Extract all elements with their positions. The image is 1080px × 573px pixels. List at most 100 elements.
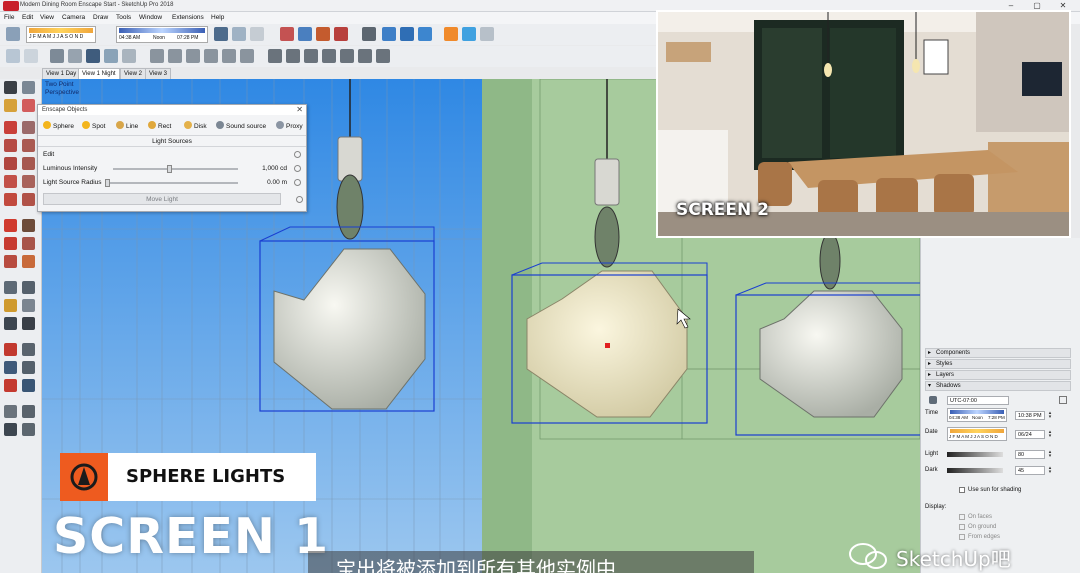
date-field[interactable]: 06/24	[1015, 430, 1045, 439]
tray-layers[interactable]: Layers	[925, 370, 1071, 380]
move-light-button[interactable]: Move Light	[43, 193, 281, 205]
dimension-icon[interactable]	[22, 281, 35, 294]
help-icon[interactable]	[294, 151, 301, 158]
monochrome-icon[interactable]	[122, 49, 136, 63]
time-slider[interactable]: 04:38 AM Noon 7:28 PM	[947, 408, 1007, 422]
menu-extensions[interactable]: Extensions	[172, 14, 204, 21]
section-plane-icon[interactable]	[22, 423, 35, 436]
menu-tools[interactable]: Tools	[116, 14, 131, 21]
orbit-icon[interactable]	[268, 49, 282, 63]
front-view-icon[interactable]	[186, 49, 200, 63]
details-toggle-icon[interactable]	[1059, 396, 1067, 404]
menu-edit[interactable]: Edit	[22, 14, 33, 21]
pencil-icon[interactable]	[4, 121, 17, 134]
date-spinner[interactable]: ▴ ▾	[1047, 430, 1053, 439]
pan-tool-icon[interactable]	[22, 343, 35, 356]
3d-text-icon[interactable]	[22, 317, 35, 330]
menu-file[interactable]: File	[4, 14, 14, 21]
menu-camera[interactable]: Camera	[62, 14, 85, 21]
previous-tool-icon[interactable]	[22, 379, 35, 392]
time-field[interactable]: 10:38 PM	[1015, 411, 1045, 420]
light-source-radius-value[interactable]: 0.00 m	[267, 177, 287, 188]
dialog-close-button[interactable]: ✕	[296, 105, 303, 115]
paint-bucket-icon[interactable]	[4, 99, 17, 112]
back-edges-icon[interactable]	[24, 49, 38, 63]
menu-help[interactable]: Help	[211, 14, 224, 21]
rect-light-button[interactable]: Rect	[148, 121, 171, 130]
date-slider[interactable]: J F M A M J J A S O N D	[947, 427, 1007, 441]
three-point-arc-icon[interactable]	[22, 193, 35, 206]
warehouse-icon[interactable]	[280, 27, 294, 41]
rotate-icon[interactable]	[4, 237, 17, 250]
tray-shadows[interactable]: Shadows	[925, 381, 1071, 391]
rotated-rectangle-icon[interactable]	[22, 139, 35, 152]
sound-source-button[interactable]: Sound source	[216, 121, 266, 130]
tab-view-1-day[interactable]: View 1 Day	[42, 68, 81, 79]
shadow-settings-icon[interactable]	[929, 396, 937, 404]
zoom-tool-icon[interactable]	[4, 361, 17, 374]
extension-warehouse-icon[interactable]	[298, 27, 312, 41]
luminous-intensity-slider[interactable]	[113, 165, 238, 173]
light-slider[interactable]	[947, 452, 1003, 457]
light-field[interactable]: 80	[1015, 450, 1045, 459]
top-view-icon[interactable]	[168, 49, 182, 63]
eraser-icon[interactable]	[22, 99, 35, 112]
circle-icon[interactable]	[4, 157, 17, 170]
shadow-month-slider[interactable]: J F M A M J J A S O N D	[26, 26, 96, 43]
from-edges-checkbox[interactable]	[959, 534, 965, 540]
position-camera-icon[interactable]	[4, 405, 17, 418]
luminous-intensity-knob[interactable]	[167, 165, 173, 173]
axes-icon[interactable]	[4, 317, 17, 330]
dark-spinner[interactable]: ▴ ▾	[1047, 466, 1053, 475]
disk-light-button[interactable]: Disk	[184, 121, 207, 130]
walk-icon[interactable]	[232, 27, 246, 41]
zoom-icon[interactable]	[304, 49, 318, 63]
dark-field[interactable]: 45	[1015, 466, 1045, 475]
pie-icon[interactable]	[22, 175, 35, 188]
offset-icon[interactable]	[22, 255, 35, 268]
back-view-icon[interactable]	[222, 49, 236, 63]
shaded-textures-icon[interactable]	[104, 49, 118, 63]
layout-icon[interactable]	[316, 27, 330, 41]
menu-view[interactable]: View	[40, 14, 54, 21]
wireframe-icon[interactable]	[50, 49, 64, 63]
dark-slider[interactable]	[947, 468, 1003, 473]
make-component-icon[interactable]	[22, 81, 35, 94]
rectangle-icon[interactable]	[4, 139, 17, 152]
next-view-icon[interactable]	[376, 49, 390, 63]
iso-view-icon[interactable]	[150, 49, 164, 63]
menu-draw[interactable]: Draw	[93, 14, 108, 21]
enscape-sync-icon[interactable]	[400, 27, 414, 41]
on-ground-checkbox[interactable]	[959, 524, 965, 530]
sphere-light-button[interactable]: Sphere	[43, 121, 74, 130]
follow-me-icon[interactable]	[22, 237, 35, 250]
ruby-icon[interactable]	[334, 27, 348, 41]
tab-view-3[interactable]: View 3	[145, 68, 171, 79]
two-point-arc-icon[interactable]	[4, 193, 17, 206]
select-arrow-icon[interactable]	[4, 81, 17, 94]
enscape-objects-icon[interactable]	[444, 27, 458, 41]
luminous-intensity-value[interactable]: 1,000 cd	[262, 163, 287, 174]
orbit-tool-icon[interactable]	[4, 343, 17, 356]
help-icon[interactable]	[296, 196, 303, 203]
use-sun-checkbox[interactable]	[959, 487, 965, 493]
scale-icon[interactable]	[4, 255, 17, 268]
walk-tool-icon[interactable]	[4, 423, 17, 436]
zoom-extents-icon[interactable]	[340, 49, 354, 63]
xray-icon[interactable]	[6, 49, 20, 63]
move-icon[interactable]	[362, 27, 376, 41]
look-around-icon[interactable]	[250, 27, 264, 41]
time-spinner[interactable]: ▴ ▾	[1047, 411, 1053, 420]
line-light-button[interactable]: Line	[116, 121, 138, 130]
pan-icon[interactable]	[286, 49, 300, 63]
previous-view-icon[interactable]	[358, 49, 372, 63]
shadows-toggle-icon[interactable]	[6, 27, 20, 41]
enscape-start-icon[interactable]	[382, 27, 396, 41]
proxy-button[interactable]: Proxy	[276, 121, 303, 130]
enscape-materials-icon[interactable]	[462, 27, 476, 41]
tab-view-2[interactable]: View 2	[120, 68, 146, 79]
push-pull-icon[interactable]	[22, 219, 35, 232]
menu-window[interactable]: Window	[139, 14, 162, 21]
protractor-icon[interactable]	[4, 299, 17, 312]
light-source-radius-slider[interactable]	[105, 179, 238, 187]
